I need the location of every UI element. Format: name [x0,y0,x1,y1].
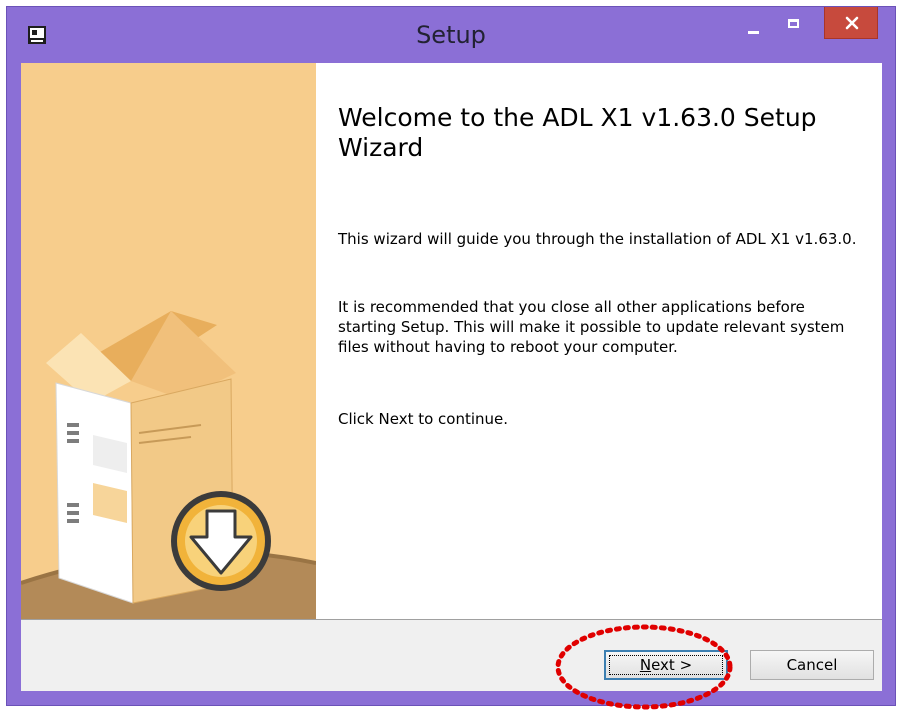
wizard-content: Welcome to the ADL X1 v1.63.0 Setup Wiza… [21,63,882,691]
continue-paragraph: Click Next to continue. [338,410,509,428]
title-bar[interactable]: Setup [7,7,895,63]
cancel-button[interactable]: Cancel [750,650,874,680]
wizard-main: Welcome to the ADL X1 v1.63.0 Setup Wiza… [316,63,882,619]
minimize-icon [748,31,759,34]
close-button[interactable] [824,7,878,39]
maximize-icon [788,19,799,28]
wizard-sidebar [21,63,316,619]
minimize-button[interactable] [737,7,771,39]
package-download-illustration [21,311,316,619]
setup-window: Setup Welcome to the ADL X1 v1.63.0 Setu… [6,6,896,706]
intro-paragraph: This wizard will guide you through the i… [338,230,857,248]
maximize-button[interactable] [777,7,811,39]
wizard-footer: Next > Cancel [21,620,882,691]
recommendation-paragraph: It is recommended that you close all oth… [338,298,845,356]
highlight-annotation [555,624,733,710]
welcome-heading: Welcome to the ADL X1 v1.63.0 Setup Wiza… [338,103,817,162]
